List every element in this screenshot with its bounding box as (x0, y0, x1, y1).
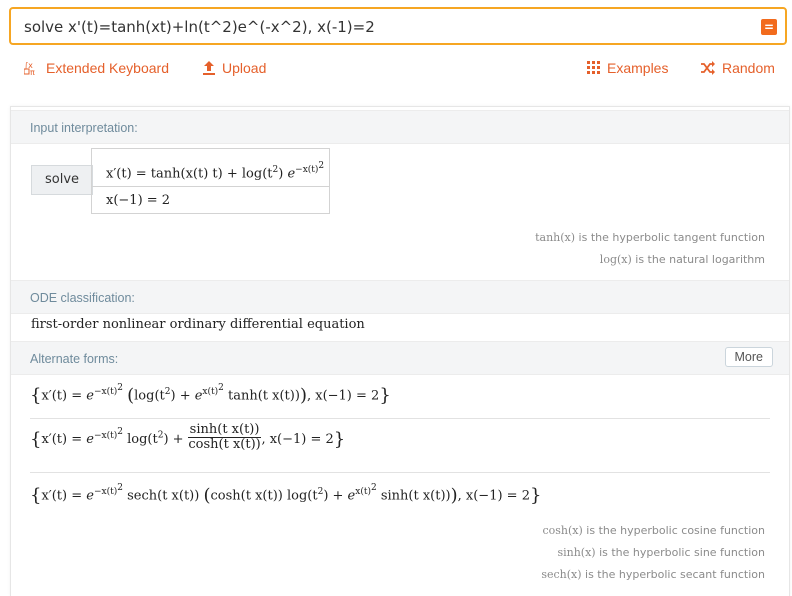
alternate-form-3: {x′(t) = e−x(t)2 sech(t x(t)) (cosh(t x(… (30, 483, 542, 507)
alternate-form-2: {x′(t) = e−x(t)2 log(t2) + sinh(t x(t)) c… (30, 422, 346, 452)
ode-classification-value: first-order nonlinear ordinary different… (31, 317, 365, 332)
toolbar: ∫x π Extended Keyboard Upload Examples Ra… (0, 60, 792, 80)
examples-label: Examples (607, 60, 669, 76)
separator (30, 418, 770, 419)
sinh-note: sinh(x) is the hyperbolic sine function (557, 546, 765, 559)
sech-note: sech(x) is the hyperbolic secant functio… (541, 568, 765, 581)
separator (30, 472, 770, 473)
equation-table: x′(t) = tanh(x(t) t) + log(t2) e−x(t)2 x… (91, 148, 330, 214)
pod-title: Input interpretation: (30, 121, 138, 135)
upload-button[interactable]: Upload (202, 60, 266, 76)
pod-title: ODE classification: (30, 291, 135, 305)
search-bar[interactable]: solve x'(t)=tanh(xt)+ln(t^2)e^(-x^2), x(… (9, 7, 787, 45)
upload-icon (202, 60, 216, 76)
search-input[interactable]: solve x'(t)=tanh(xt)+ln(t^2)e^(-x^2), x(… (24, 18, 375, 36)
random-button[interactable]: Random (700, 60, 775, 76)
alternate-form-1: {x′(t) = e−x(t)2 (log(t2) + ex(t)2 tanh(… (30, 383, 391, 407)
keyboard-icon: ∫x π (24, 60, 40, 76)
ode-equation: x′(t) = tanh(x(t) t) + log(t2) e−x(t)2 (106, 161, 325, 182)
log-note: log(x) is the natural logarithm (599, 253, 765, 266)
upload-label: Upload (222, 60, 267, 76)
results-card: Input interpretation: solve x′(t) = tanh… (10, 106, 790, 596)
examples-button[interactable]: Examples (587, 60, 668, 76)
compute-icon[interactable]: = (761, 19, 777, 35)
shuffle-icon (700, 61, 716, 75)
more-button[interactable]: More (724, 347, 773, 367)
solve-label: solve (31, 165, 93, 195)
initial-condition: x(−1) = 2 (106, 193, 171, 208)
extended-keyboard-label: Extended Keyboard (46, 60, 169, 76)
grid-icon (587, 61, 601, 75)
pod-title: Alternate forms: (30, 352, 119, 366)
random-label: Random (722, 60, 775, 76)
alternate-forms-header: Alternate forms: More (11, 341, 789, 375)
tanh-note: tanh(x) is the hyperbolic tangent functi… (535, 231, 765, 244)
input-interpretation-header: Input interpretation: (11, 110, 789, 144)
row-divider (92, 186, 329, 187)
cosh-note: cosh(x) is the hyperbolic cosine functio… (542, 524, 766, 537)
svg-text:π: π (30, 68, 35, 76)
extended-keyboard-button[interactable]: ∫x π Extended Keyboard (24, 60, 169, 76)
ode-classification-header: ODE classification: (11, 280, 789, 314)
